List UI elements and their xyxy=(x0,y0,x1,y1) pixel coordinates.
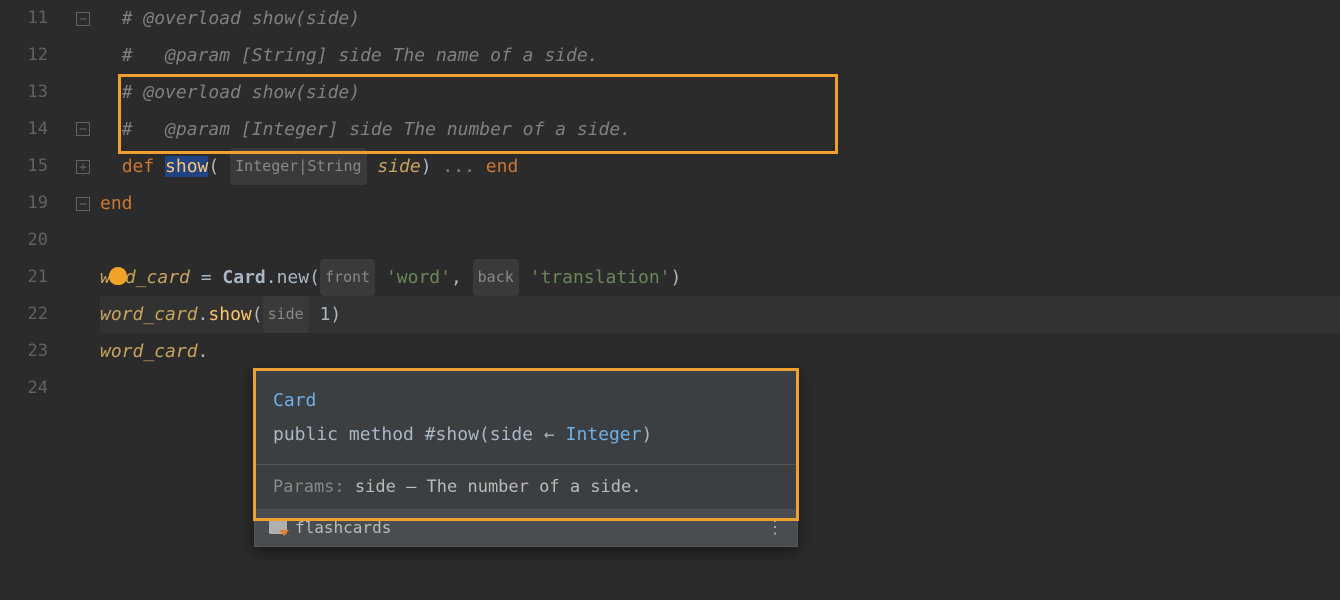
folder-icon xyxy=(269,520,287,534)
inline-param-hint: front xyxy=(320,259,375,296)
inline-type-hint: Integer|String xyxy=(230,148,366,185)
fold-column xyxy=(70,0,100,600)
line-number: 11 xyxy=(0,0,70,37)
comment-text: # @param [String] side The name of a sid… xyxy=(122,45,599,66)
line-number: 12 xyxy=(0,37,70,74)
line-number: 24 xyxy=(0,370,70,407)
class-name: Card xyxy=(222,267,265,288)
popup-type: Integer xyxy=(566,424,642,445)
line-number: 13 xyxy=(0,74,70,111)
line-number: 20 xyxy=(0,222,70,259)
code-line[interactable]: # @overload show(side) xyxy=(100,74,1340,111)
popup-params-text: side — The number of a side. xyxy=(355,477,642,497)
line-number: 23 xyxy=(0,333,70,370)
line-number: 19 xyxy=(0,185,70,222)
keyword-end: end xyxy=(100,193,133,214)
line-number-gutter: 11 12 13 14 15 19 20 21 22 23 24 xyxy=(0,0,70,600)
popup-params-section: Params: side — The number of a side. xyxy=(255,464,797,509)
method-name: show xyxy=(165,156,208,177)
string-literal: 'word' xyxy=(386,267,451,288)
fold-toggle-icon[interactable] xyxy=(76,12,90,26)
code-line[interactable]: end xyxy=(100,185,1340,222)
popup-class-name: Card xyxy=(273,390,316,411)
number-literal: 1 xyxy=(320,304,331,325)
fold-toggle-icon[interactable] xyxy=(76,122,90,136)
code-line[interactable] xyxy=(100,222,1340,259)
local-variable: d_card xyxy=(125,267,190,288)
method-call: show xyxy=(208,304,251,325)
param-name: side xyxy=(377,156,420,177)
comment-text: # @overload show(side) xyxy=(122,82,360,103)
code-line[interactable]: # @param [String] side The name of a sid… xyxy=(100,37,1340,74)
comment-text: # @param [Integer] side The number of a … xyxy=(122,119,631,140)
local-variable: word_card xyxy=(100,341,198,362)
inline-param-hint: side xyxy=(263,296,309,333)
comment-text: # @overload show(side) xyxy=(122,8,360,29)
string-literal: 'translation' xyxy=(530,267,671,288)
keyword-end: end xyxy=(486,156,519,177)
fold-toggle-icon[interactable] xyxy=(76,160,90,174)
popup-footer: flashcards ⋮ xyxy=(255,509,797,546)
code-line[interactable]: # @overload show(side) xyxy=(100,0,1340,37)
lightbulb-icon[interactable] xyxy=(109,267,127,285)
code-line[interactable]: word_card. xyxy=(100,333,1340,370)
popup-body: Card public method #show(side ← Integer) xyxy=(255,370,797,464)
code-line[interactable]: wd_card = Card.new(front 'word', back 't… xyxy=(100,259,1340,296)
keyword-def: def xyxy=(122,156,155,177)
line-number: 21 xyxy=(0,259,70,296)
local-variable: word_card xyxy=(100,304,198,325)
documentation-popup[interactable]: Card public method #show(side ← Integer)… xyxy=(254,369,798,547)
line-number: 22 xyxy=(0,296,70,333)
code-line[interactable]: # @param [Integer] side The number of a … xyxy=(100,111,1340,148)
popup-method-sig: #show(side ← xyxy=(425,424,566,445)
line-number: 15 xyxy=(0,148,70,185)
popup-location[interactable]: flashcards xyxy=(269,518,391,537)
more-options-icon[interactable]: ⋮ xyxy=(766,517,783,538)
code-line[interactable]: def show( Integer|String side) ... end xyxy=(100,148,1340,185)
folded-code[interactable]: ... xyxy=(442,156,485,177)
inline-param-hint: back xyxy=(473,259,519,296)
code-line-current[interactable]: word_card.show(side 1) xyxy=(100,296,1340,333)
popup-params-label: Params: xyxy=(273,477,355,497)
line-number: 14 xyxy=(0,111,70,148)
popup-signature-prefix: public method xyxy=(273,424,425,445)
fold-toggle-icon[interactable] xyxy=(76,197,90,211)
